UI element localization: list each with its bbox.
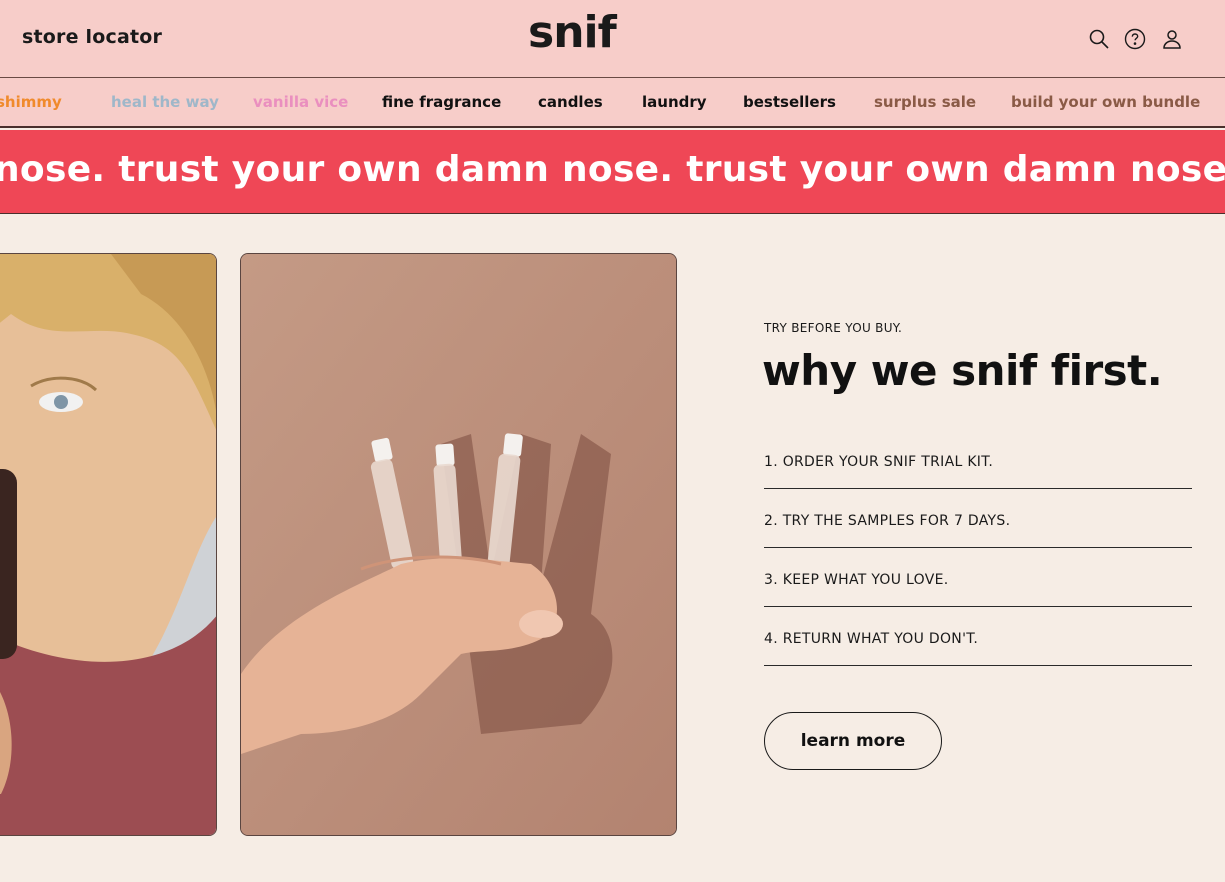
nav-item-build-your-own-bundle[interactable]: build your own bundle xyxy=(1011,93,1200,111)
nav-item-fine-fragrance[interactable]: fine fragrance xyxy=(382,93,501,111)
nav-item-shimmy[interactable]: shimmy xyxy=(0,93,62,111)
step-item: 1. ORDER YOUR SNIF TRIAL KIT. xyxy=(764,430,1192,489)
step-item: 2. TRY THE SAMPLES FOR 7 DAYS. xyxy=(764,489,1192,548)
help-icon[interactable] xyxy=(1124,28,1146,50)
snif-logo[interactable]: snif xyxy=(528,11,617,55)
vials-illustration xyxy=(241,254,676,835)
learn-more-button[interactable]: learn more xyxy=(764,712,942,770)
step-label: 1. ORDER YOUR SNIF TRIAL KIT. xyxy=(764,454,994,470)
nav-item-heal-the-way[interactable]: heal the way xyxy=(111,93,219,111)
step-label: 3. KEEP WHAT YOU LOVE. xyxy=(764,572,949,588)
category-nav: shimmy heal the way vanilla vice fine fr… xyxy=(0,78,1225,128)
nav-item-surplus-sale[interactable]: surplus sale xyxy=(874,93,976,111)
nav-item-candles[interactable]: candles xyxy=(538,93,603,111)
sample-vials-photo xyxy=(240,253,677,836)
step-label: 2. TRY THE SAMPLES FOR 7 DAYS. xyxy=(764,513,1011,529)
model-illustration xyxy=(0,254,216,835)
step-item: 4. RETURN WHAT YOU DON'T. xyxy=(764,607,1192,666)
search-icon[interactable] xyxy=(1088,28,1110,50)
nav-item-vanilla-vice[interactable]: vanilla vice xyxy=(253,93,348,111)
site-header: store locator snif xyxy=(0,0,1225,78)
store-locator-link[interactable]: store locator xyxy=(22,26,162,48)
section-headline: why we snif first. xyxy=(762,346,1163,395)
model-photo xyxy=(0,253,217,836)
section-eyebrow: TRY BEFORE YOU BUY. xyxy=(764,321,903,335)
marquee-banner: nose. trust your own damn nose. trust yo… xyxy=(0,130,1225,214)
nav-item-bestsellers[interactable]: bestsellers xyxy=(743,93,836,111)
marquee-text: nose. trust your own damn nose. trust yo… xyxy=(0,149,1225,190)
step-label: 4. RETURN WHAT YOU DON'T. xyxy=(764,631,979,647)
nav-item-laundry[interactable]: laundry xyxy=(642,93,707,111)
step-item: 3. KEEP WHAT YOU LOVE. xyxy=(764,548,1192,607)
account-icon[interactable] xyxy=(1161,28,1183,50)
